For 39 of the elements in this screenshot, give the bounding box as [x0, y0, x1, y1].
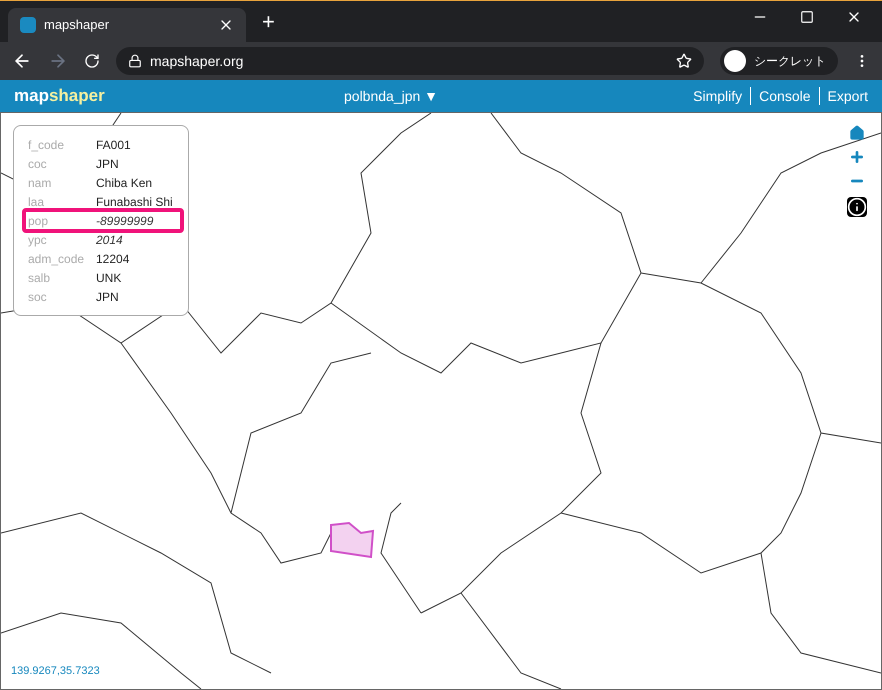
new-tab-button[interactable]: + — [262, 5, 275, 38]
home-icon[interactable] — [849, 125, 865, 141]
menu-button[interactable]: Console — [759, 86, 811, 106]
field-name: adm_code — [28, 250, 86, 268]
field-value: Chiba Ken — [96, 174, 152, 192]
field-name: pop — [28, 212, 50, 230]
tab-title: mapshaper — [44, 16, 110, 34]
field-name: nam — [28, 174, 52, 192]
app-logo: mapshaper — [14, 85, 106, 108]
coordinates-text: 139.9267,35.7323 — [11, 664, 100, 678]
field-name: laa — [28, 194, 46, 210]
app-logo-icon — [20, 17, 36, 33]
menu-button[interactable]: Export — [828, 86, 868, 106]
field-value: 12204 — [96, 250, 130, 268]
address-bar[interactable]: mapshaper.org — [116, 47, 704, 75]
field-name: ypc — [28, 232, 48, 248]
reload-icon[interactable] — [84, 53, 100, 69]
field-name: coc — [28, 156, 48, 172]
layer-selector[interactable]: polbnda_jpn ▼ — [344, 86, 438, 106]
zoom-in-icon[interactable] — [849, 149, 865, 165]
info-icon[interactable] — [847, 197, 867, 217]
field-name: salb — [28, 270, 52, 286]
field-value: FA001 — [96, 136, 131, 154]
star-icon[interactable] — [676, 53, 692, 69]
field-name: f_code — [28, 136, 66, 154]
lock-icon — [128, 54, 142, 68]
incognito-button[interactable]: シークレット — [720, 47, 838, 75]
field-value: 2014 — [96, 232, 123, 248]
menu-button[interactable]: Simplify — [693, 86, 742, 106]
field-value: JPN — [96, 288, 119, 306]
field-value: UNK — [96, 270, 122, 286]
field-value: Funabashi Shi — [96, 194, 173, 210]
field-name: soc — [28, 288, 48, 306]
field-value: JPN — [96, 156, 119, 172]
maximize-icon[interactable] — [800, 10, 814, 24]
selected-polygon — [330, 522, 374, 558]
field-value: -89999999 — [96, 212, 154, 230]
url-text: mapshaper.org — [150, 52, 244, 71]
browser-tab[interactable]: mapshaper — [8, 8, 246, 42]
